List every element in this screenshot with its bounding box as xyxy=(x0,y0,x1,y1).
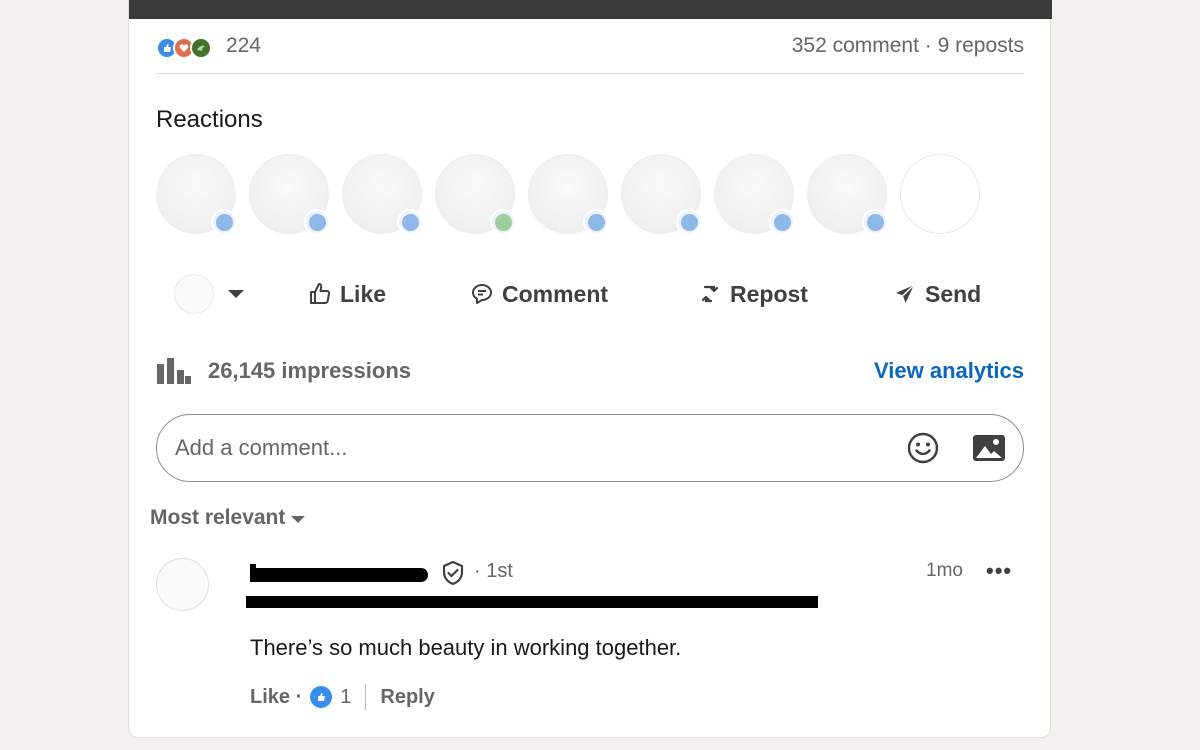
comment-label: Comment xyxy=(502,280,609,307)
post-card: 224 352 comment · 9 reposts Reactions Li… xyxy=(128,0,1052,738)
comment-like-count[interactable]: 1 xyxy=(340,686,351,709)
reactor-avatar[interactable] xyxy=(528,154,609,235)
reactions-heading: Reactions xyxy=(156,106,263,133)
repost-button[interactable]: Repost xyxy=(698,281,808,308)
repost-icon xyxy=(701,285,719,303)
verified-shield-icon xyxy=(442,560,464,586)
comment-reply-button[interactable]: Reply xyxy=(380,686,434,709)
reaction-icons xyxy=(156,32,220,60)
impressions-count: 26,145 impressions xyxy=(208,358,412,383)
support-icon xyxy=(190,37,212,59)
post-media-bottom-edge xyxy=(129,0,1052,19)
comment-like-button[interactable]: Like · xyxy=(250,686,302,709)
commenter-avatar[interactable] xyxy=(156,558,209,611)
post-actions-bar: Like Comment Repost Send xyxy=(156,268,1024,320)
like-badge-icon xyxy=(676,209,702,235)
reactor-avatar[interactable] xyxy=(156,154,237,235)
comment-item: · 1st 1mo ••• There’s so much beauty in … xyxy=(156,558,1024,718)
sort-dropdown[interactable]: Most relevant xyxy=(150,506,306,530)
like-badge-icon xyxy=(211,209,237,235)
comments-reposts-count[interactable]: 352 comment · 9 reposts xyxy=(792,30,1024,62)
connection-degree: · 1st xyxy=(474,560,513,582)
like-badge-icon xyxy=(862,209,888,235)
thumbs-up-icon xyxy=(310,283,330,304)
comment-icon xyxy=(472,284,492,304)
comment-button[interactable]: Comment xyxy=(470,281,608,308)
reaction-summary[interactable]: 224 xyxy=(156,30,261,62)
actor-avatar[interactable] xyxy=(174,274,214,314)
support-badge-icon xyxy=(490,209,516,235)
send-label: Send xyxy=(925,280,982,307)
reactor-avatars xyxy=(156,154,980,235)
emoji-icon[interactable] xyxy=(905,430,941,466)
image-icon[interactable] xyxy=(971,430,1007,466)
like-badge-icon xyxy=(397,209,423,235)
repost-label: Repost xyxy=(730,280,808,307)
commenter-headline-redacted xyxy=(246,596,818,608)
reactor-avatar[interactable] xyxy=(342,154,423,235)
like-label: Like xyxy=(340,280,387,307)
bar-chart-icon xyxy=(157,358,191,384)
impressions-summary: 26,145 impressions xyxy=(156,356,411,386)
comment-actions: Like · 1 Reply xyxy=(250,684,435,710)
like-badge-icon xyxy=(583,209,609,235)
like-count-icon xyxy=(310,686,333,708)
reactor-avatar[interactable] xyxy=(249,154,330,235)
reactor-avatar[interactable] xyxy=(807,154,888,235)
divider xyxy=(365,684,367,710)
social-counts-bar: 224 352 comment · 9 reposts xyxy=(156,30,1024,74)
like-badge-icon xyxy=(769,209,795,235)
reactor-avatar[interactable] xyxy=(435,154,516,235)
like-button[interactable]: Like xyxy=(308,281,386,308)
more-options-icon[interactable]: ••• xyxy=(986,558,1012,584)
reactor-avatar[interactable] xyxy=(621,154,702,235)
commenter-name-redacted[interactable] xyxy=(250,568,428,582)
comment-timestamp: 1mo xyxy=(926,560,963,581)
comment-input[interactable]: Add a comment... xyxy=(156,414,1024,482)
reactor-avatar[interactable] xyxy=(714,154,795,235)
comment-input-placeholder: Add a comment... xyxy=(175,435,348,460)
comment-text: There’s so much beauty in working togeth… xyxy=(250,635,682,660)
view-analytics-link[interactable]: View analytics xyxy=(874,358,1024,384)
more-reactors-button[interactable] xyxy=(900,154,980,234)
send-icon xyxy=(896,284,915,303)
like-badge-icon xyxy=(304,209,330,235)
chevron-down-icon[interactable] xyxy=(228,290,244,298)
impressions-row: 26,145 impressions View analytics xyxy=(156,356,1024,386)
send-button[interactable]: Send xyxy=(893,281,981,308)
reaction-count[interactable]: 224 xyxy=(226,30,261,62)
caret-down-icon xyxy=(291,515,306,523)
sort-label: Most relevant xyxy=(150,506,286,529)
